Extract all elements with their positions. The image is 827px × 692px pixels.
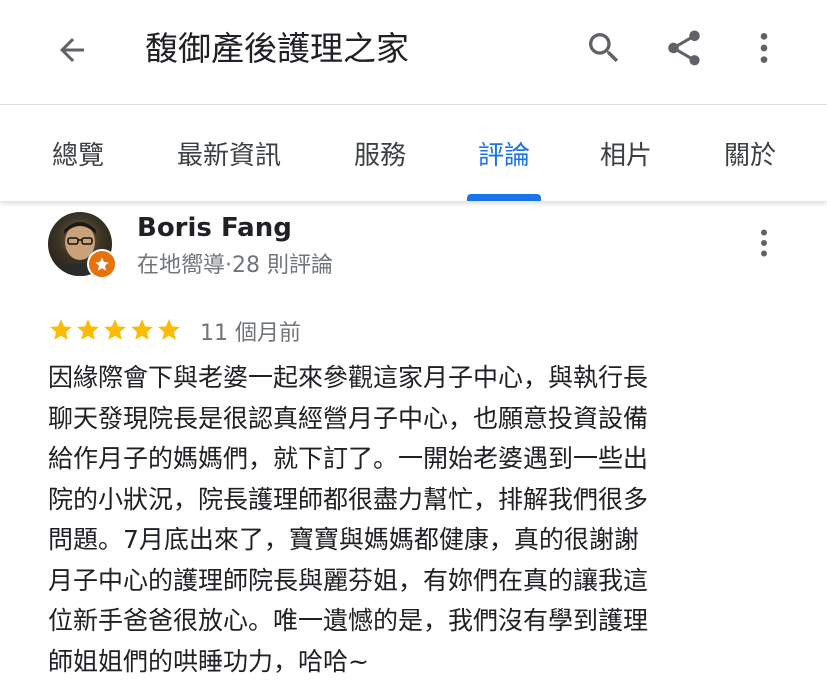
more-options-button[interactable] [740,22,788,74]
reviewer-meta: 在地嚮導·28 則評論 [137,253,333,278]
share-icon [668,30,700,66]
more-vert-icon [761,229,767,257]
tab-photos[interactable]: 相片 [574,105,678,201]
review-text-line: 院的小狀況，院長護理師都很盡力幫忙，排解我們很多 [48,484,649,514]
review-more-options-button[interactable] [740,219,788,267]
star-rating [48,317,182,343]
tab-services[interactable]: 服務 [328,105,432,201]
local-guide-badge [87,249,117,279]
search-button[interactable] [580,22,628,74]
app-bar: 馥御產後護理之家 [0,0,827,105]
tab-overview[interactable]: 總覽 [26,105,130,201]
search-icon [589,33,619,63]
more-vert-icon [760,33,768,63]
star-icon [131,319,153,340]
review-timestamp: 11 個月前 [200,321,301,346]
review-text-line: 月子中心的護理師院長與麗芬姐，有妳們在真的讓我這 [48,565,649,595]
review-text-line: 因緣際會下與老婆一起來參觀這家月子中心，與執行長 [48,363,649,392]
star-icon [158,319,180,340]
review-text-line: 問題。7月底出來了，寶寶與媽媽都健康，真的很謝謝 [48,525,639,554]
tab-bar: 總覽 最新資訊 服務 評論 相片 關於 [0,105,827,201]
review-text-line: 位新手爸爸很放心。唯一遺憾的是，我們沒有學到護理 [48,606,649,635]
star-icon [50,319,72,340]
review-text: 因緣際會下與老婆一起來參觀這家月子中心，與執行長 聊天發現院長是很認真經營月子中… [48,358,738,682]
reviewer-name[interactable]: Boris Fang [137,211,292,245]
review-text-line: 聊天發現院長是很認真經營月子中心，也願意投資設備 [48,403,649,433]
active-tab-indicator [467,194,541,201]
tab-reviews[interactable]: 評論 [452,105,556,201]
local-guide-star-icon [95,257,109,271]
arrow-back-icon [60,38,84,62]
back-button[interactable] [44,22,100,78]
star-icon [104,319,126,340]
review-text-line: 給作月子的媽媽們，就下訂了。一開始老婆遇到一些出 [48,444,649,473]
share-button[interactable] [660,22,708,74]
review-card: Boris Fang 在地嚮導·28 則評論 11 個月前 因緣際會下與老婆一起… [0,201,827,692]
page-title: 馥御產後護理之家 [145,29,409,68]
star-icon [77,319,99,340]
review-text-line: 師姐姐們的哄睡功力，哈哈~ [48,646,369,676]
tab-about[interactable]: 關於 [698,105,802,201]
tab-updates[interactable]: 最新資訊 [160,105,298,201]
